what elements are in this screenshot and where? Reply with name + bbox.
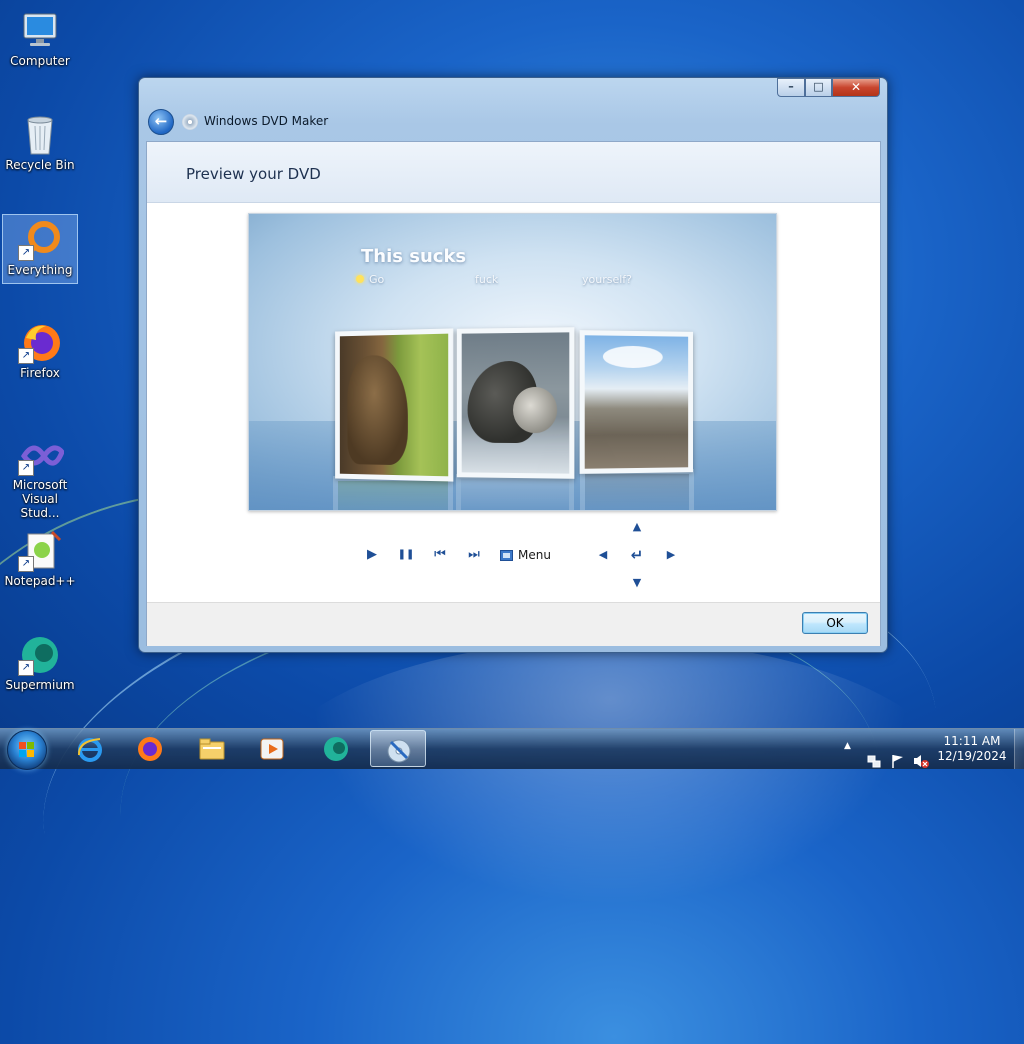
minimize-button[interactable]: – [777,78,805,97]
next-icon: ⏭ [468,547,480,562]
nav-up-button[interactable]: ▲ [628,518,646,536]
play-button[interactable]: ▶ [363,546,381,564]
system-clock[interactable]: 11:11 AM 12/19/2024 [936,734,1008,764]
nav-right-button[interactable]: ▶ [662,546,680,564]
firefox-icon [136,735,164,763]
taskbar-internet-explorer[interactable] [62,730,118,767]
taskbar-media-player[interactable] [244,730,300,767]
photo-reflection [456,474,574,511]
desktop-icon-supermium[interactable]: ↗ Supermium [2,630,78,700]
close-button[interactable]: ✕ [832,78,880,97]
file-explorer-icon [198,735,226,763]
internet-explorer-icon [76,735,104,763]
show-desktop-button[interactable] [1014,729,1024,769]
dvd-menu-item-scenes[interactable]: fuck [475,273,498,286]
computer-icon [16,10,64,52]
arrow-down-icon: ▼ [633,576,641,589]
menu-icon [500,550,513,561]
shortcut-arrow-icon: ↗ [18,245,34,261]
enter-icon: ↵ [631,546,644,564]
dvd-menu-preview[interactable]: This sucks Go fuck yourself? [248,213,777,511]
taskbar-supermium[interactable] [308,730,364,767]
notepad-plus-plus-icon: ↗ [16,530,64,572]
shortcut-arrow-icon: ↗ [18,348,34,364]
photo-reflection [333,476,453,511]
desktop-icon-visual-studio[interactable]: ↗ Microsoft Visual Stud... [2,430,78,508]
dvd-menu-title: This sucks [361,246,466,267]
maximize-button[interactable]: □ [805,78,832,97]
desktop-icon-label: Computer [2,54,78,68]
clock-date: 12/19/2024 [936,749,1008,764]
page-header: Preview your DVD [147,142,880,203]
taskbar-firefox[interactable] [122,730,178,767]
arrow-right-icon: ▶ [667,548,675,561]
firefox-icon: ↗ [16,322,64,364]
dvd-maker-window: – □ ✕ ← Windows DVD Maker Preview your D… [138,77,888,653]
previous-icon: ⏮ [434,547,446,562]
nav-down-button[interactable]: ▼ [628,574,646,592]
ok-button[interactable]: OK [802,612,868,634]
supermium-icon: ↗ [16,634,64,676]
visual-studio-icon: ↗ [16,434,64,476]
show-hidden-icons-button[interactable]: ▲ [844,741,851,781]
menu-button-label: Menu [518,548,551,562]
action-center-flag-icon[interactable] [890,741,906,781]
chevron-up-icon: ▲ [844,741,851,751]
desktop-icon-firefox[interactable]: ↗ Firefox [2,318,78,388]
photo-marmot [335,328,453,481]
supermium-icon [322,735,350,763]
desktop-icon-label: Everything [3,263,77,277]
dialog-footer: OK [147,602,880,646]
clock-time: 11:11 AM [936,734,1008,749]
desktop-icon-label: Recycle Bin [2,158,78,172]
desktop-icon-label: Microsoft Visual Stud... [2,478,78,520]
photo-seals [457,327,575,479]
windows-logo-icon [19,742,35,758]
desktop-icon-notepad-plus-plus[interactable]: ↗ Notepad++ [2,526,78,596]
photo-penguin-colony [580,330,693,474]
pause-icon: ❚❚ [398,549,415,560]
page-title: Preview your DVD [186,165,321,183]
volume-muted-icon[interactable] [912,741,930,781]
play-icon: ▶ [367,547,377,562]
media-player-icon [258,735,286,763]
everything-search-icon: ↗ [16,219,64,261]
desktop-icon-label: Firefox [2,366,78,380]
taskbar: ▲ 11:11 AM 12/19/2024 [0,728,1024,769]
dvd-menu-item-play[interactable]: Go [369,273,384,286]
network-icon[interactable] [866,741,882,781]
selected-item-marker-icon [356,275,364,283]
menu-button[interactable]: Menu [500,546,551,564]
taskbar-dvd-maker[interactable] [370,730,426,767]
dvd-maker-icon [385,736,413,764]
back-button[interactable]: ← [148,109,174,135]
start-button[interactable] [7,730,47,770]
nav-enter-button[interactable]: ↵ [628,546,646,564]
dvd-menu-item-options[interactable]: yourself? [582,273,632,286]
desktop-icon-label: Supermium [2,678,78,692]
window-title: Windows DVD Maker [204,114,328,128]
taskbar-file-explorer[interactable] [184,730,240,767]
previous-button[interactable]: ⏮ [431,546,449,564]
wallpaper-glow [260,640,960,940]
nav-left-button[interactable]: ◀ [594,546,612,564]
pause-button[interactable]: ❚❚ [397,546,415,564]
back-arrow-icon: ← [155,112,168,130]
shortcut-arrow-icon: ↗ [18,660,34,676]
arrow-left-icon: ◀ [599,548,607,561]
shortcut-arrow-icon: ↗ [18,460,34,476]
desktop-icon-computer[interactable]: Computer [2,6,78,76]
dvd-maker-app-icon [182,114,198,130]
desktop-icon-label: Notepad++ [2,574,78,588]
shortcut-arrow-icon: ↗ [18,556,34,572]
photo-reflection [580,469,694,511]
recycle-bin-icon [16,114,64,156]
desktop-icon-recycle-bin[interactable]: Recycle Bin [2,110,78,180]
window-client-area: Preview your DVD This sucks Go fuck your… [146,141,881,646]
desktop-icon-everything[interactable]: ↗ Everything [2,214,78,284]
arrow-up-icon: ▲ [633,520,641,533]
next-button[interactable]: ⏭ [465,546,483,564]
